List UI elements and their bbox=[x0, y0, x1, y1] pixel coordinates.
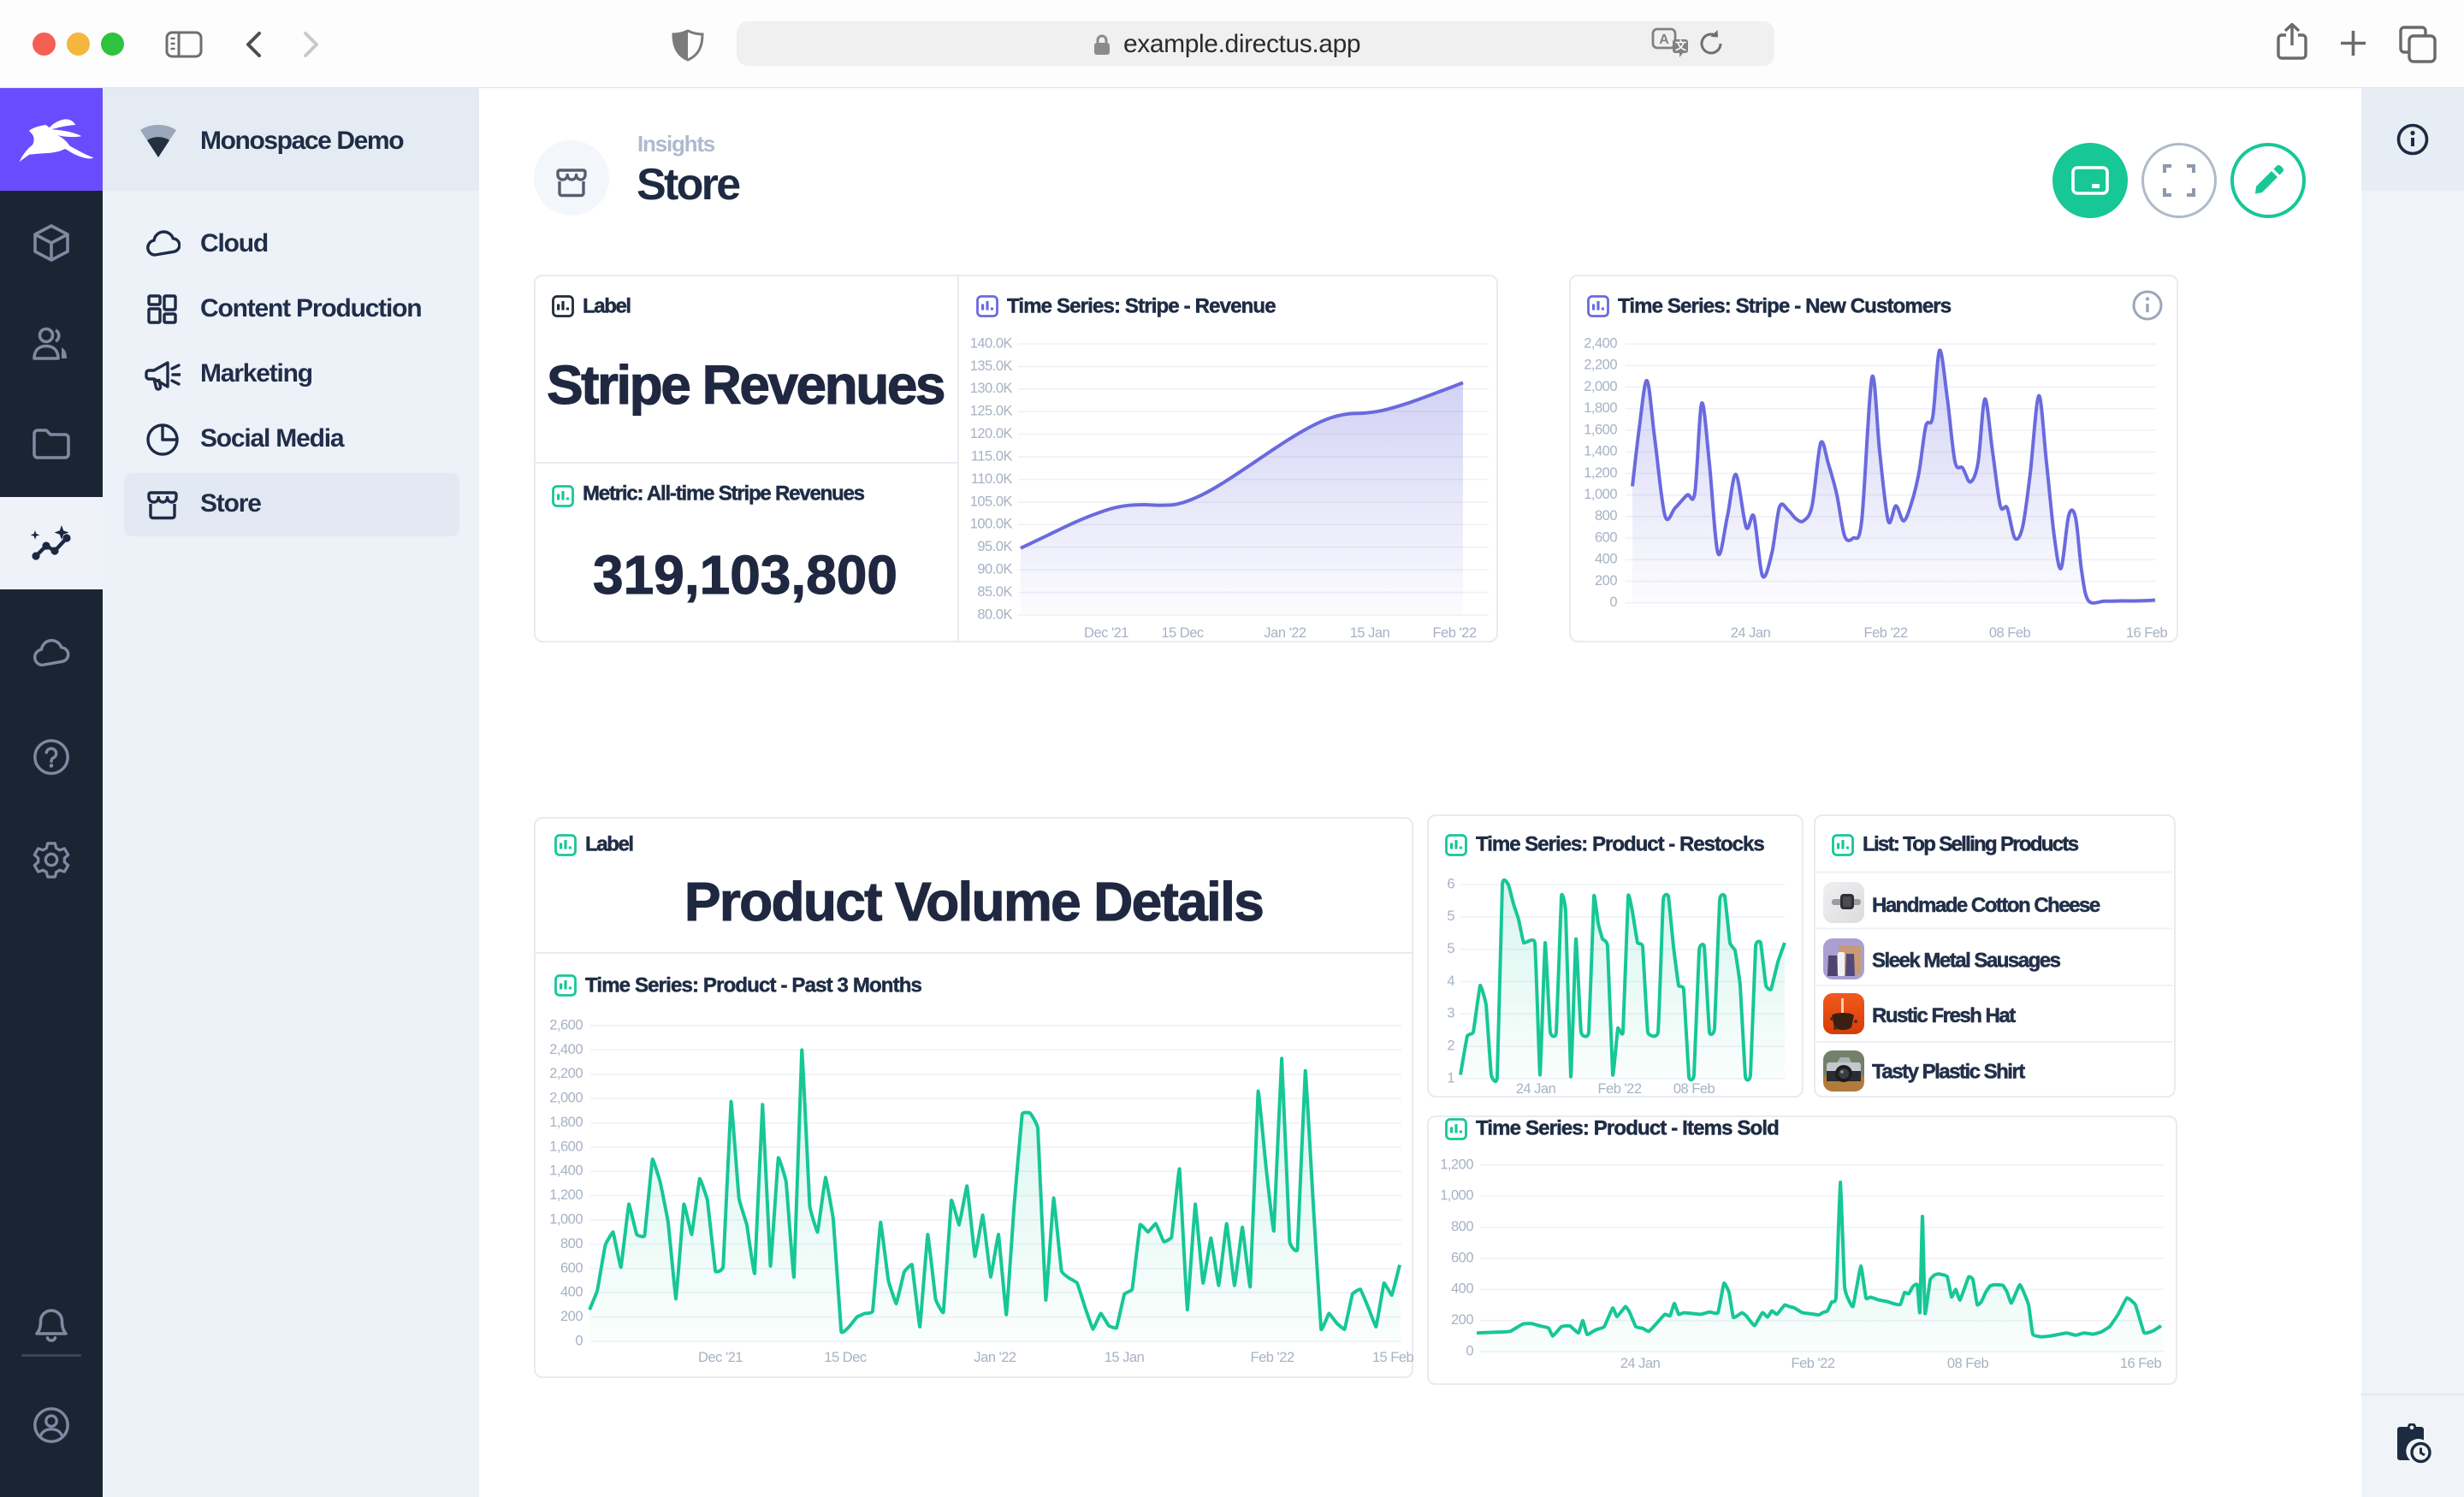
svg-text:600: 600 bbox=[560, 1260, 583, 1275]
svg-text:1,600: 1,600 bbox=[1584, 422, 1617, 437]
svg-text:400: 400 bbox=[560, 1285, 583, 1300]
svg-text:3: 3 bbox=[1447, 1006, 1454, 1021]
svg-text:15 Dec: 15 Dec bbox=[824, 1350, 867, 1365]
svg-text:95.0K: 95.0K bbox=[977, 539, 1012, 554]
svg-text:400: 400 bbox=[1451, 1281, 1473, 1297]
svg-text:Sleek Metal Sausages: Sleek Metal Sausages bbox=[1872, 950, 2061, 973]
svg-text:Feb '22: Feb '22 bbox=[1597, 1081, 1641, 1097]
svg-text:Metric: All-time Stripe Revenu: Metric: All-time Stripe Revenues bbox=[583, 482, 865, 505]
svg-text:Feb '22: Feb '22 bbox=[1250, 1350, 1294, 1365]
svg-text:16 Feb: 16 Feb bbox=[2120, 1356, 2162, 1371]
svg-text:5: 5 bbox=[1447, 908, 1454, 924]
svg-text:105.0K: 105.0K bbox=[970, 494, 1013, 509]
svg-text:135.0K: 135.0K bbox=[970, 358, 1013, 374]
svg-text:800: 800 bbox=[1595, 508, 1617, 524]
svg-text:List: Top Selling Products: List: Top Selling Products bbox=[1863, 832, 2079, 855]
svg-text:16 Feb: 16 Feb bbox=[2126, 625, 2168, 641]
svg-text:130.0K: 130.0K bbox=[970, 381, 1013, 396]
svg-text:Label: Label bbox=[585, 832, 633, 855]
svg-text:24 Jan: 24 Jan bbox=[1731, 625, 1771, 641]
svg-text:Jan '22: Jan '22 bbox=[1264, 625, 1306, 641]
svg-text:08 Feb: 08 Feb bbox=[1673, 1081, 1715, 1097]
svg-text:600: 600 bbox=[1595, 530, 1617, 545]
svg-text:1,200: 1,200 bbox=[549, 1187, 583, 1203]
svg-text:Product Volume Details: Product Volume Details bbox=[684, 871, 1263, 932]
svg-text:120.0K: 120.0K bbox=[970, 426, 1013, 441]
svg-text:85.0K: 85.0K bbox=[977, 584, 1012, 600]
svg-text:1,400: 1,400 bbox=[1584, 444, 1617, 459]
svg-text:1: 1 bbox=[1447, 1070, 1454, 1086]
svg-text:Handmade Cotton Cheese: Handmade Cotton Cheese bbox=[1872, 894, 2100, 917]
svg-text:Stripe Revenues: Stripe Revenues bbox=[547, 354, 944, 416]
svg-text:80.0K: 80.0K bbox=[977, 606, 1012, 622]
svg-text:0: 0 bbox=[1466, 1343, 1473, 1358]
svg-text:Dec '21: Dec '21 bbox=[698, 1350, 743, 1365]
svg-text:Time Series: Product - Past 3: Time Series: Product - Past 3 Months bbox=[585, 973, 922, 997]
svg-text:1,800: 1,800 bbox=[1584, 400, 1617, 416]
svg-text:2,400: 2,400 bbox=[1584, 335, 1617, 351]
svg-text:Feb '22: Feb '22 bbox=[1791, 1356, 1834, 1371]
svg-text:200: 200 bbox=[560, 1309, 583, 1324]
svg-text:15 Dec: 15 Dec bbox=[1161, 625, 1204, 641]
svg-text:Time Series: Stripe - New Cust: Time Series: Stripe - New Customers bbox=[1618, 294, 1952, 317]
svg-text:1,000: 1,000 bbox=[1584, 487, 1617, 502]
svg-text:200: 200 bbox=[1595, 573, 1617, 589]
svg-text:1,800: 1,800 bbox=[549, 1115, 583, 1130]
svg-text:1,400: 1,400 bbox=[549, 1163, 583, 1179]
svg-text:08 Feb: 08 Feb bbox=[1989, 625, 2031, 641]
svg-text:2,400: 2,400 bbox=[549, 1042, 583, 1057]
svg-text:110.0K: 110.0K bbox=[971, 471, 1013, 487]
svg-text:1,200: 1,200 bbox=[1440, 1157, 1473, 1172]
svg-text:319,103,800: 319,103,800 bbox=[593, 544, 897, 606]
svg-text:15 Feb: 15 Feb bbox=[1372, 1350, 1414, 1365]
svg-text:115.0K: 115.0K bbox=[971, 448, 1013, 464]
svg-text:Jan '22: Jan '22 bbox=[974, 1350, 1016, 1365]
svg-text:125.0K: 125.0K bbox=[970, 404, 1013, 419]
svg-text:Label: Label bbox=[583, 294, 631, 317]
svg-text:08 Feb: 08 Feb bbox=[1947, 1356, 1989, 1371]
svg-text:1,000: 1,000 bbox=[1440, 1188, 1473, 1204]
svg-text:0: 0 bbox=[1609, 595, 1617, 610]
svg-text:Rustic Fresh Hat: Rustic Fresh Hat bbox=[1872, 1004, 2016, 1027]
svg-text:1,600: 1,600 bbox=[549, 1139, 583, 1154]
svg-text:15 Jan: 15 Jan bbox=[1105, 1350, 1145, 1365]
svg-text:2,200: 2,200 bbox=[549, 1066, 583, 1081]
svg-text:6: 6 bbox=[1447, 876, 1454, 891]
svg-text:Time Series: Product - Items S: Time Series: Product - Items Sold bbox=[1476, 1116, 1779, 1139]
svg-text:2,200: 2,200 bbox=[1584, 358, 1617, 373]
svg-text:Feb '22: Feb '22 bbox=[1432, 625, 1476, 641]
svg-text:5: 5 bbox=[1447, 941, 1454, 956]
svg-text:24 Jan: 24 Jan bbox=[1620, 1356, 1661, 1371]
svg-text:600: 600 bbox=[1451, 1250, 1473, 1265]
svg-text:0: 0 bbox=[575, 1333, 583, 1348]
svg-text:2,000: 2,000 bbox=[549, 1091, 583, 1106]
svg-text:1,200: 1,200 bbox=[1584, 465, 1617, 481]
svg-text:Tasty Plastic Shirt: Tasty Plastic Shirt bbox=[1872, 1061, 2025, 1084]
svg-text:15 Jan: 15 Jan bbox=[1350, 625, 1390, 641]
svg-text:4: 4 bbox=[1447, 973, 1454, 989]
svg-text:100.0K: 100.0K bbox=[970, 517, 1013, 532]
svg-text:140.0K: 140.0K bbox=[970, 335, 1013, 351]
svg-text:Feb '22: Feb '22 bbox=[1863, 625, 1907, 641]
svg-text:800: 800 bbox=[560, 1236, 583, 1251]
svg-text:2,600: 2,600 bbox=[549, 1017, 583, 1033]
svg-text:24 Jan: 24 Jan bbox=[1516, 1081, 1556, 1097]
svg-text:90.0K: 90.0K bbox=[977, 562, 1012, 577]
svg-text:1,000: 1,000 bbox=[549, 1211, 583, 1227]
svg-text:400: 400 bbox=[1595, 552, 1617, 567]
svg-text:Time Series: Product - Restock: Time Series: Product - Restocks bbox=[1476, 832, 1764, 855]
svg-text:Time Series: Stripe - Revenue: Time Series: Stripe - Revenue bbox=[1007, 294, 1276, 317]
svg-text:Dec '21: Dec '21 bbox=[1084, 625, 1128, 641]
svg-text:2: 2 bbox=[1447, 1038, 1454, 1054]
svg-text:200: 200 bbox=[1451, 1312, 1473, 1328]
svg-text:2,000: 2,000 bbox=[1584, 379, 1617, 394]
svg-text:800: 800 bbox=[1451, 1219, 1473, 1234]
